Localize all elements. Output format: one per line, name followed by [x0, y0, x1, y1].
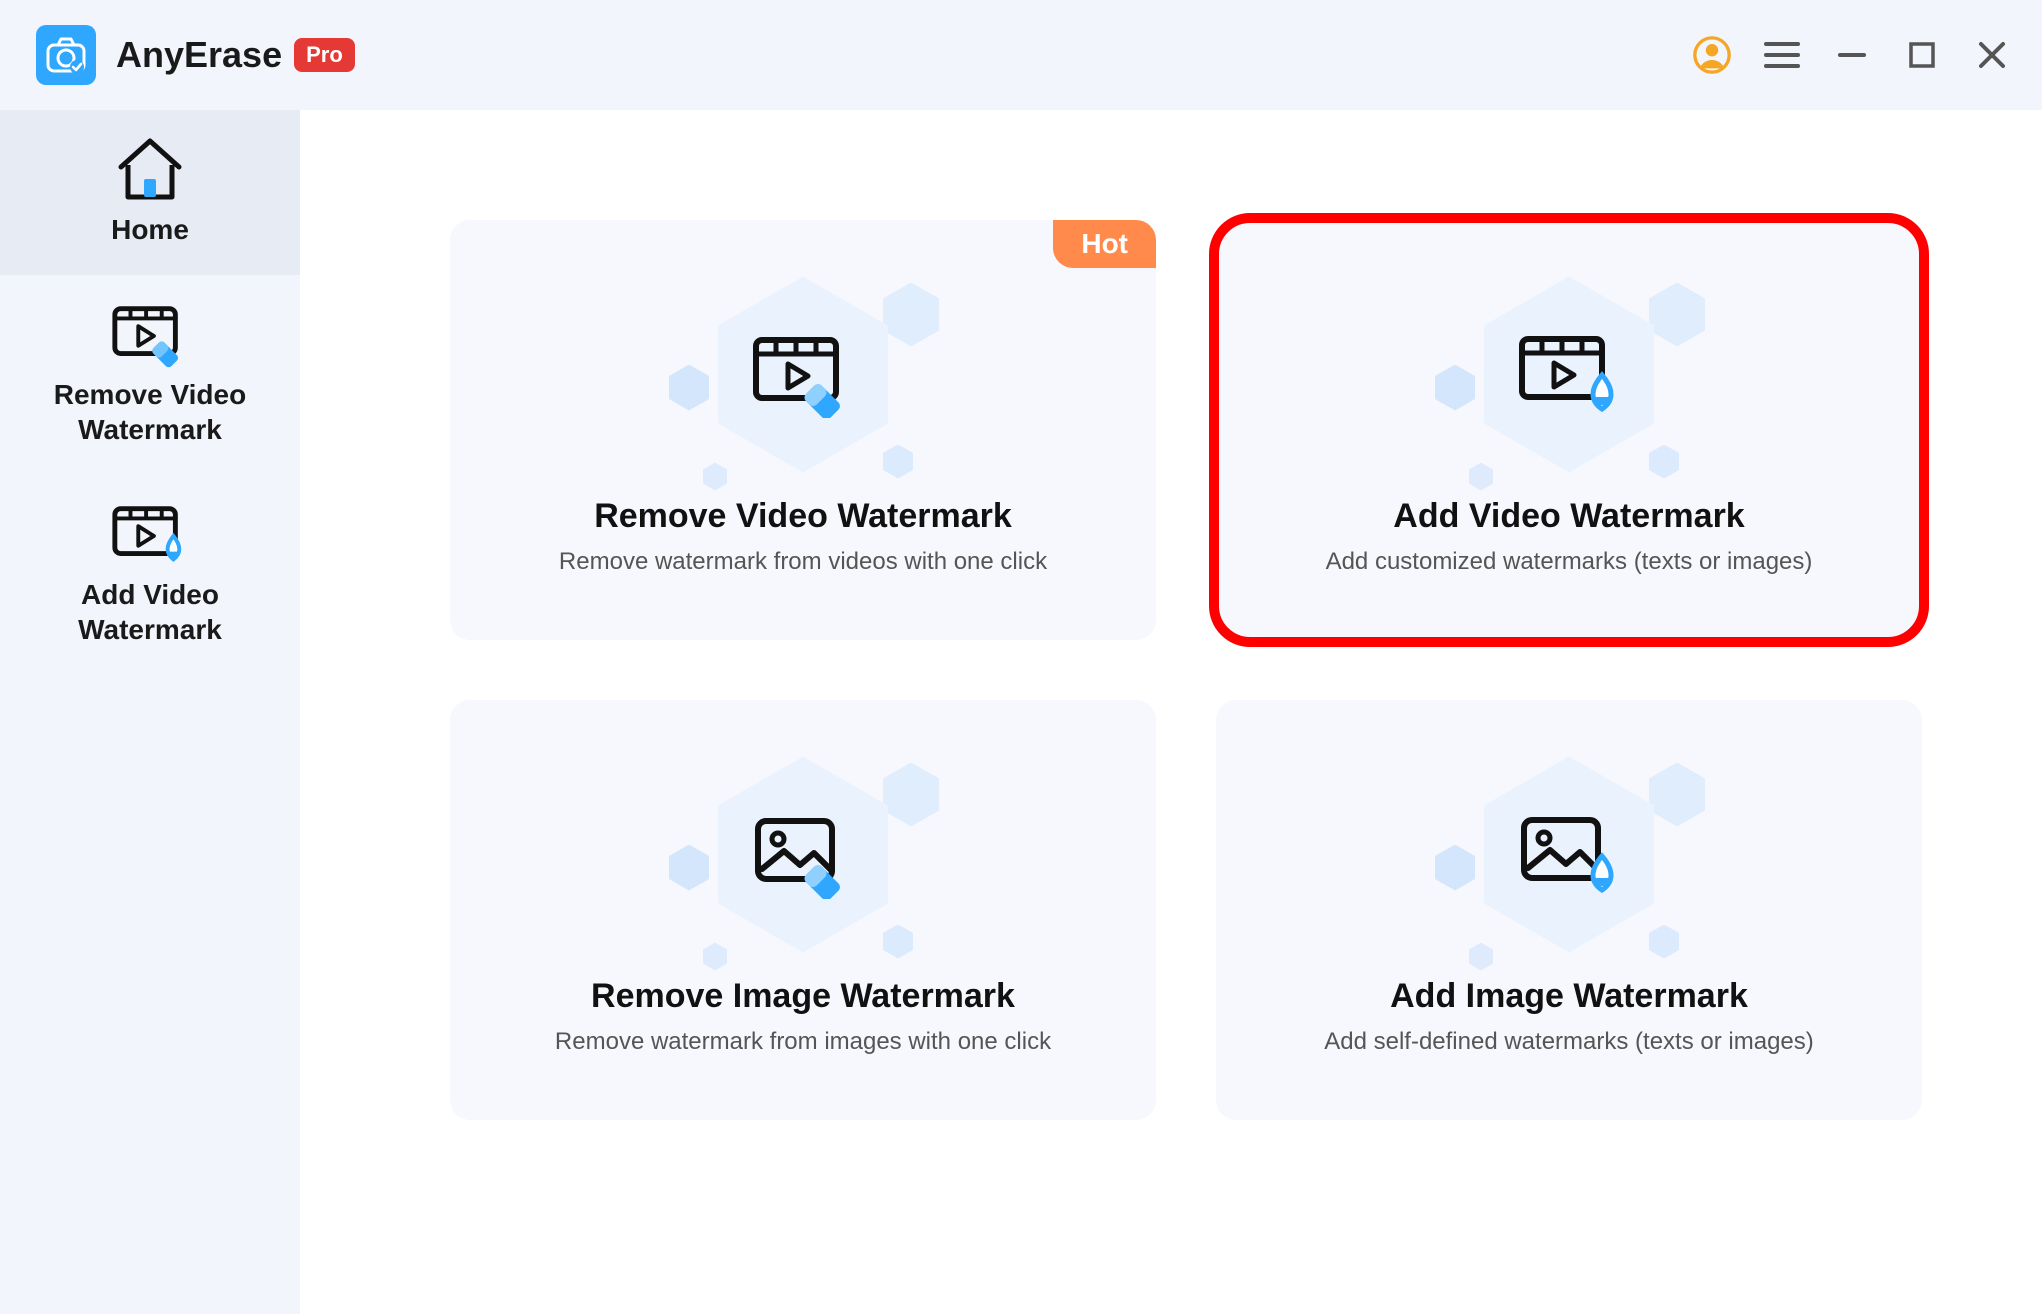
account-icon[interactable]: [1692, 35, 1732, 75]
hot-badge: Hot: [1053, 220, 1156, 268]
minimize-button[interactable]: [1832, 35, 1872, 75]
card-title: Add Image Watermark: [1390, 977, 1748, 1016]
sidebar-item-label: Add Video Watermark: [78, 577, 222, 647]
card-subtitle: Remove watermark from videos with one cl…: [559, 548, 1047, 576]
card-title: Add Video Watermark: [1393, 497, 1744, 536]
card-add-image-watermark[interactable]: Add Image Watermark Add self-defined wat…: [1216, 700, 1922, 1120]
image-drop-icon: [1514, 810, 1624, 900]
sidebar-item-add-video[interactable]: Add Video Watermark: [0, 475, 300, 675]
card-visual: [673, 275, 933, 475]
title-bar: AnyErase Pro: [0, 0, 2042, 110]
card-visual: [1439, 275, 1699, 475]
sidebar-item-home[interactable]: Home: [0, 110, 300, 275]
sidebar-item-label: Home: [111, 212, 189, 247]
card-title: Remove Video Watermark: [594, 497, 1012, 536]
menu-icon[interactable]: [1762, 35, 1802, 75]
card-remove-video-watermark[interactable]: Hot: [450, 220, 1156, 640]
card-add-video-watermark[interactable]: Add Video Watermark Add customized water…: [1216, 220, 1922, 640]
sidebar: Home Remove Video Watermark: [0, 110, 300, 1314]
maximize-button[interactable]: [1902, 35, 1942, 75]
pro-badge: Pro: [294, 38, 355, 72]
sidebar-item-remove-video[interactable]: Remove Video Watermark: [0, 275, 300, 475]
card-subtitle: Add self-defined watermarks (texts or im…: [1324, 1028, 1814, 1056]
app-logo: [36, 25, 96, 85]
card-subtitle: Remove watermark from images with one cl…: [555, 1028, 1051, 1056]
video-erase-icon: [748, 332, 858, 418]
card-visual: [673, 755, 933, 955]
card-remove-image-watermark[interactable]: Remove Image Watermark Remove watermark …: [450, 700, 1156, 1120]
app-title: AnyErase: [116, 34, 282, 76]
sidebar-item-label: Remove Video Watermark: [54, 377, 246, 447]
card-visual: [1439, 755, 1699, 955]
video-drop-icon: [109, 501, 191, 569]
card-title: Remove Image Watermark: [591, 977, 1015, 1016]
home-icon: [109, 136, 191, 204]
card-subtitle: Add customized watermarks (texts or imag…: [1326, 548, 1813, 576]
main-area: Hot: [300, 110, 2042, 1314]
video-erase-icon: [109, 301, 191, 369]
video-drop-icon: [1514, 331, 1624, 419]
image-erase-icon: [748, 811, 858, 899]
close-button[interactable]: [1972, 35, 2012, 75]
camera-icon: [46, 37, 86, 73]
window-controls: [1692, 35, 2012, 75]
